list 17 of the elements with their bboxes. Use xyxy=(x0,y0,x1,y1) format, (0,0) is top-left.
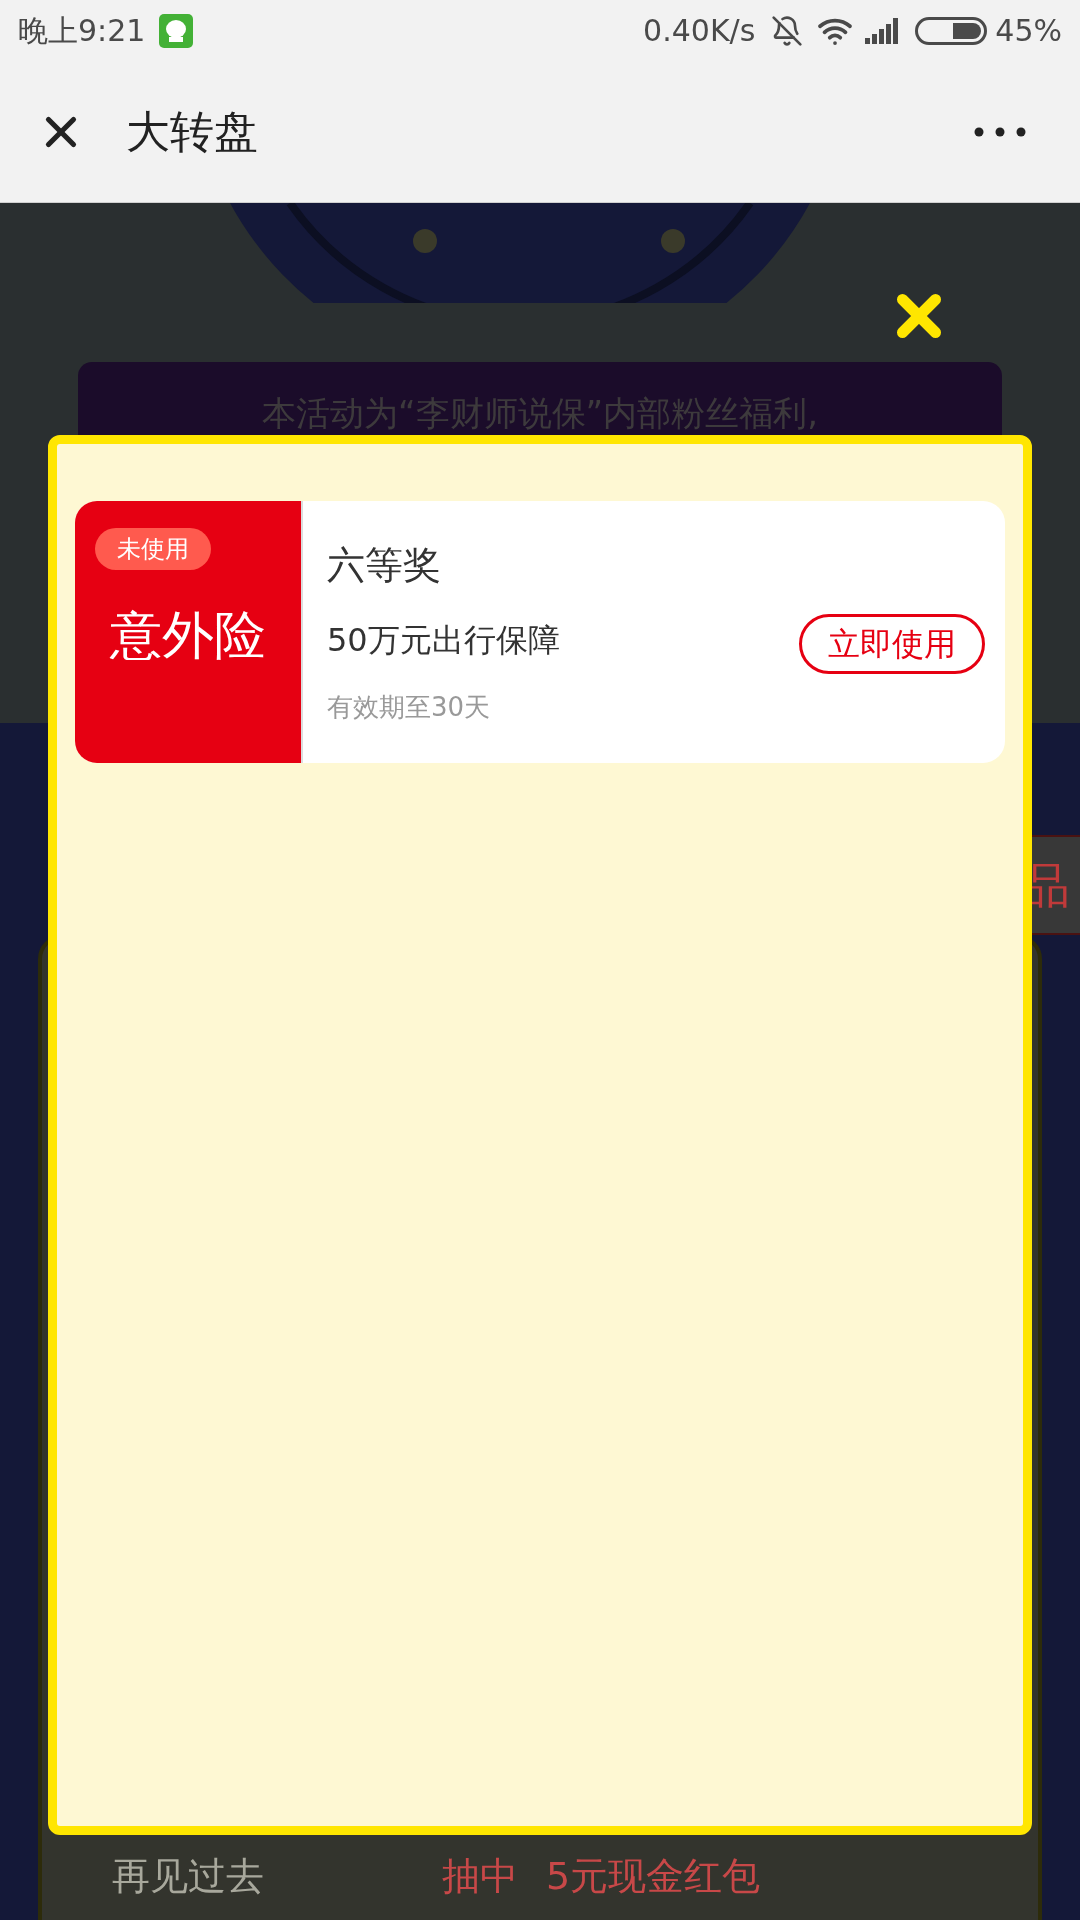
use-now-button[interactable]: 立即使用 xyxy=(799,614,985,674)
status-time: 晚上9:21 xyxy=(18,12,146,50)
validity-text: 有效期至30天 xyxy=(327,691,492,724)
record-prize: 5元现金红包 xyxy=(546,1853,761,1900)
record-user: 再见过去 xyxy=(112,1853,265,1900)
record-action: 抽中 xyxy=(442,1853,518,1900)
battery-icon xyxy=(915,16,988,45)
network-speed: 0.40K/s xyxy=(643,12,756,50)
battery-percent: 45% xyxy=(995,12,1062,50)
status-badge: 未使用 xyxy=(95,528,211,570)
mute-icon xyxy=(771,14,804,47)
prize-level-label: 六等奖 xyxy=(327,542,442,589)
page-title: 大转盘 xyxy=(126,104,258,159)
more-icon[interactable] xyxy=(974,126,1026,137)
app-notification-icon xyxy=(159,13,194,48)
coupon-type: 意外险 xyxy=(110,604,266,667)
prize-description: 50万元出行保障 xyxy=(327,620,560,661)
